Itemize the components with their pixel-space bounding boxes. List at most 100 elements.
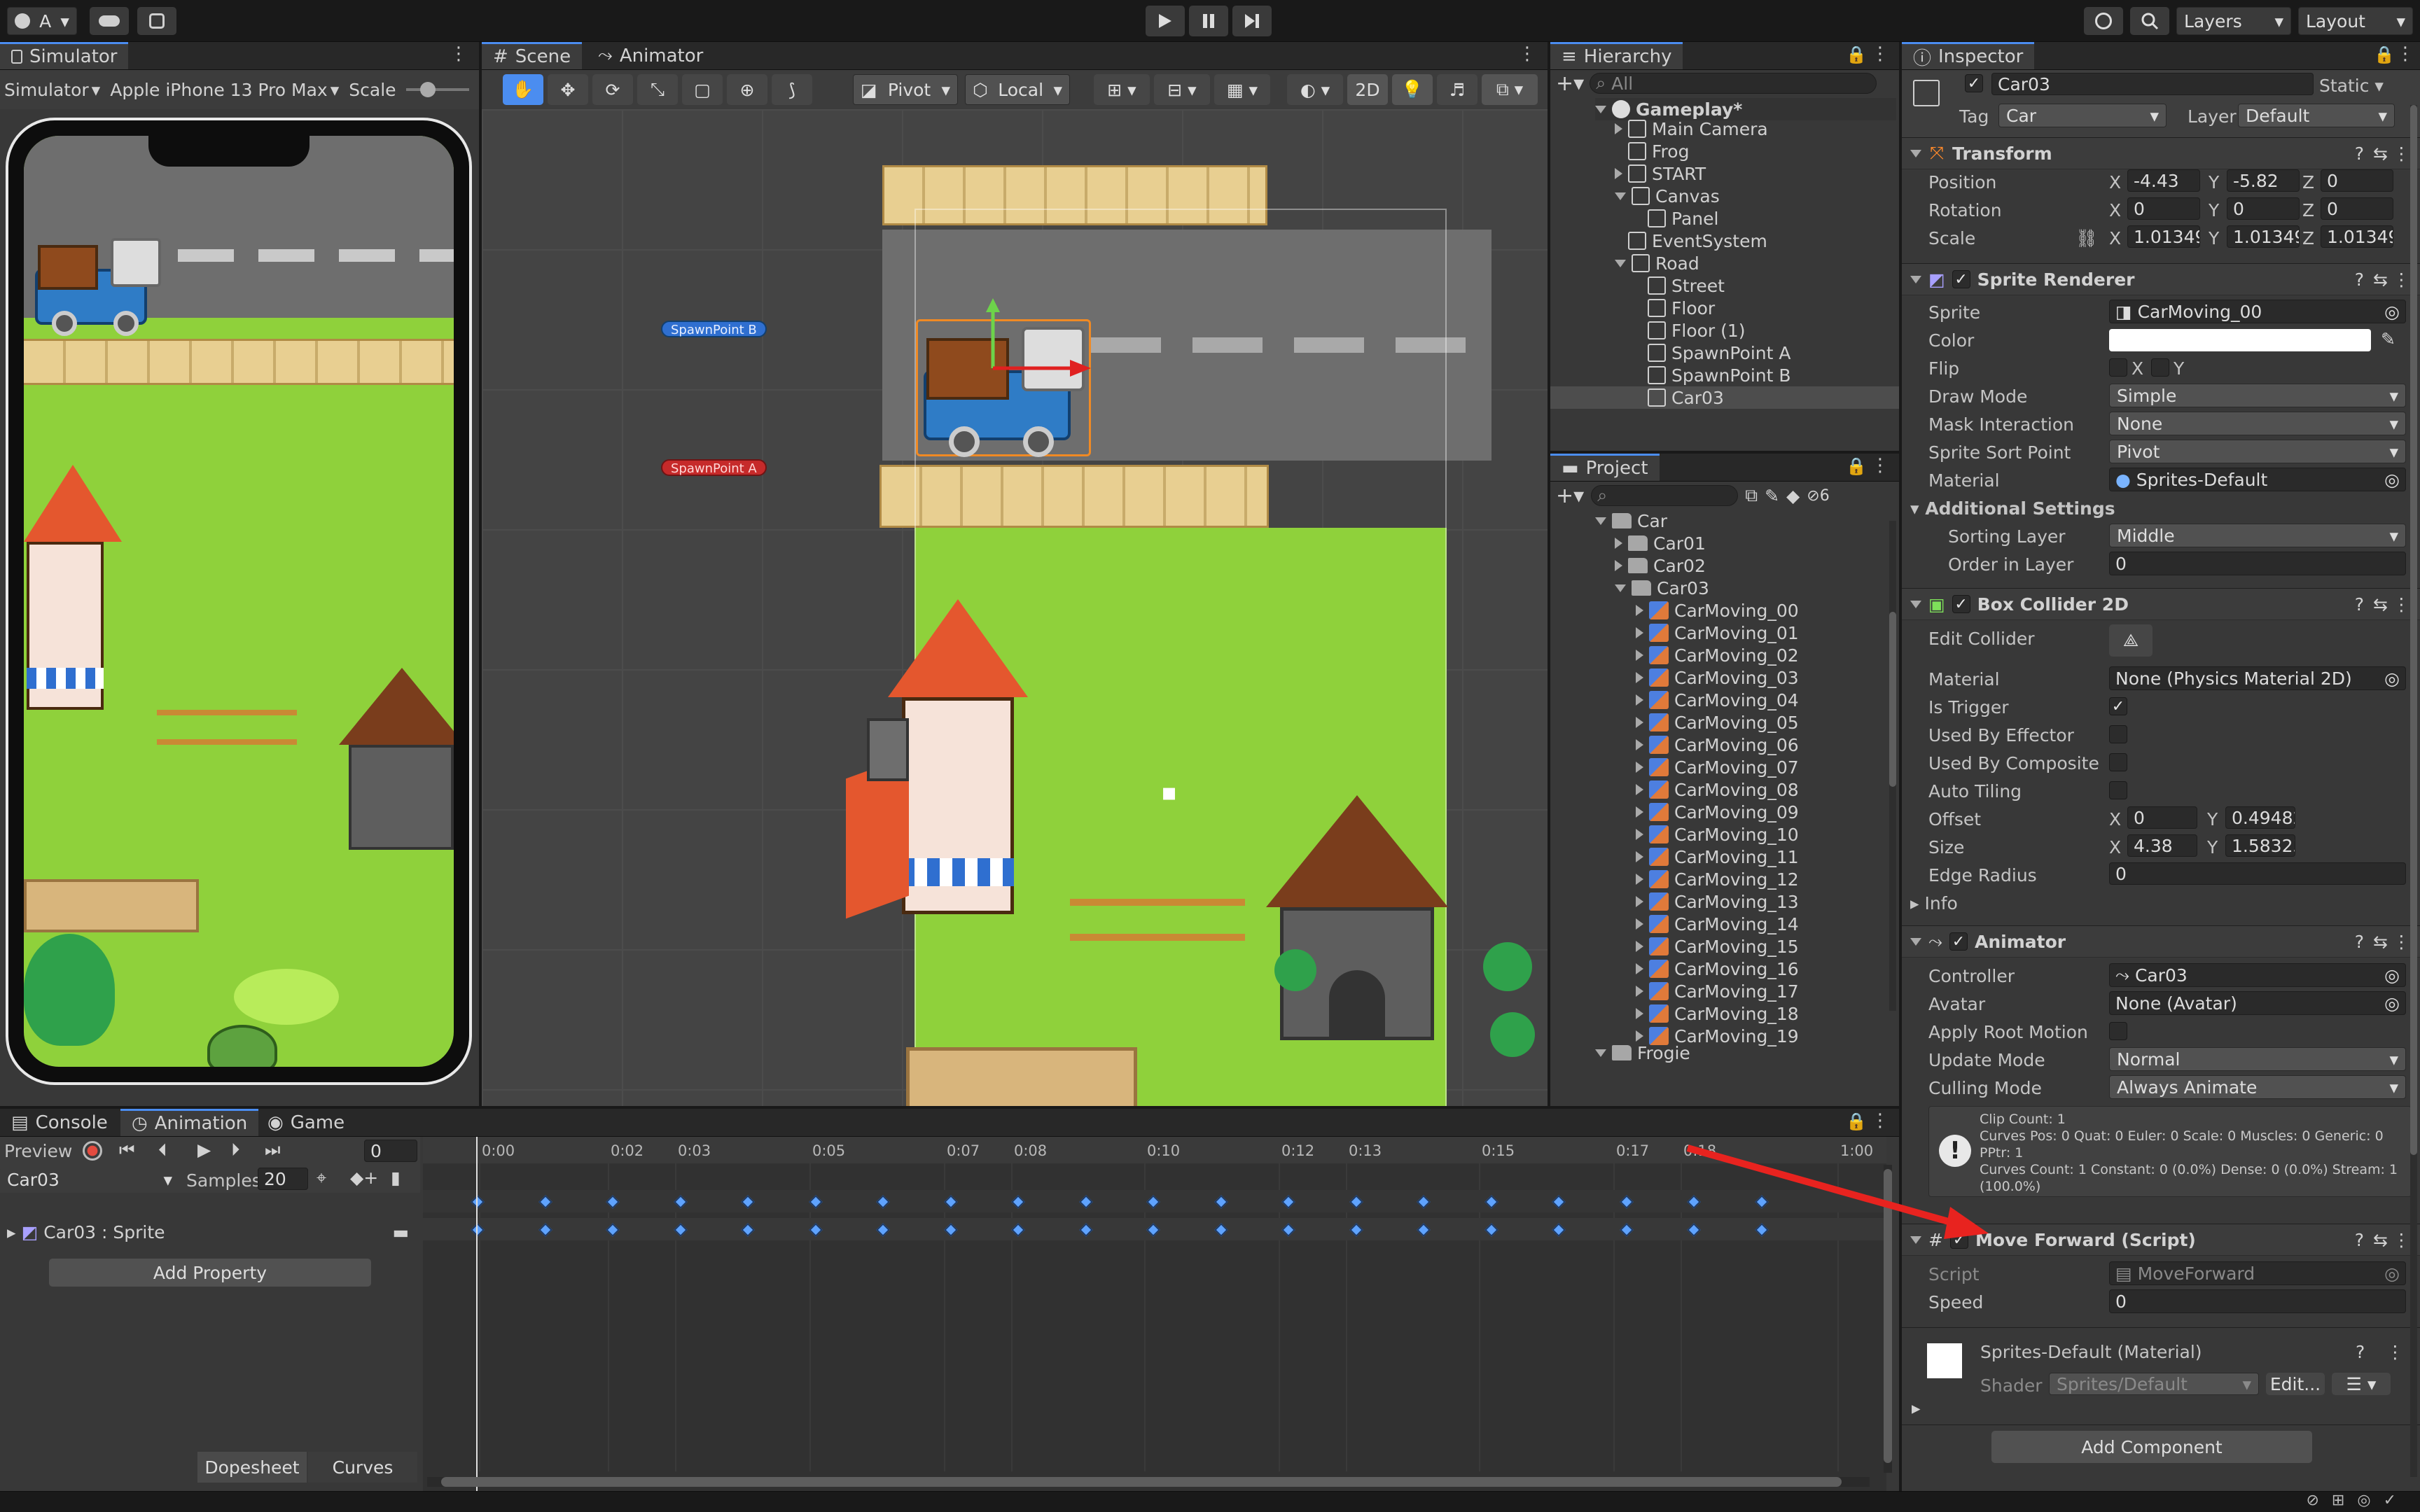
gameobject-name-field[interactable]: Car03 bbox=[1991, 73, 2314, 95]
scale-z-field[interactable]: 1.01349 bbox=[2321, 225, 2393, 248]
project-sprite-item[interactable]: CarMoving_06 bbox=[1636, 734, 1799, 756]
offset-y-field[interactable]: 0.49482 bbox=[2225, 806, 2295, 829]
move-tool-button[interactable]: ✥ bbox=[548, 74, 588, 105]
scene-viewport[interactable]: SpawnPoint B SpawnPoint A ▪ bbox=[482, 109, 1548, 1106]
last-keyframe-icon[interactable]: ⏭ bbox=[265, 1140, 281, 1161]
status-icons[interactable]: ⊘⊞◎✓ bbox=[2307, 1492, 2409, 1509]
scale-slider[interactable] bbox=[405, 82, 469, 97]
collab-button[interactable] bbox=[137, 7, 176, 35]
collapse-arrow-icon[interactable] bbox=[1636, 963, 1643, 974]
expand-arrow-icon[interactable] bbox=[1595, 517, 1606, 525]
sprite-renderer-enabled-checkbox[interactable]: ✓ bbox=[1952, 270, 1970, 288]
search-by-type-icon[interactable]: ⧉ bbox=[1745, 485, 1758, 506]
component-menu-icon[interactable]: ⋮ bbox=[2393, 144, 2410, 164]
hierarchy-item-street[interactable]: Street bbox=[1648, 274, 1725, 297]
record-button[interactable] bbox=[83, 1141, 102, 1161]
collider-material-field[interactable]: None (Physics Material 2D) ◎ bbox=[2109, 666, 2406, 690]
hierarchy-item-spawnpoint-a[interactable]: SpawnPoint A bbox=[1648, 342, 1790, 364]
add-component-button[interactable]: Add Component bbox=[1991, 1431, 2312, 1463]
box-collider-header[interactable]: ▣ ✓ Box Collider 2D? ⇆ ⋮ bbox=[1902, 588, 2420, 620]
project-sprite-item[interactable]: CarMoving_13 bbox=[1636, 890, 1799, 913]
collapse-arrow-icon[interactable] bbox=[1636, 941, 1643, 952]
lock-icon[interactable]: 🔒 bbox=[1846, 456, 1867, 476]
clip-dropdown[interactable]: Car03 ▾ bbox=[0, 1168, 179, 1191]
help-icon[interactable]: ? bbox=[2355, 144, 2364, 164]
speed-field[interactable]: 0 bbox=[2109, 1289, 2406, 1313]
scale-y-field[interactable]: 1.01349 bbox=[2227, 225, 2300, 248]
collapse-arrow-icon[interactable] bbox=[1636, 650, 1643, 661]
lock-icon[interactable]: 🔒 bbox=[1846, 1112, 1867, 1131]
hierarchy-search-input[interactable]: ⌕ All bbox=[1590, 73, 1877, 94]
collapse-arrow-icon[interactable] bbox=[1636, 739, 1643, 750]
avatar-field[interactable]: None (Avatar) ◎ bbox=[2109, 991, 2406, 1015]
collapse-arrow-icon[interactable] bbox=[1636, 717, 1643, 728]
layers-dropdown[interactable]: Layers ▾ bbox=[2176, 7, 2291, 35]
collapse-arrow-icon[interactable] bbox=[1636, 1030, 1643, 1042]
increment-snap-button[interactable]: ⊟ ▾ bbox=[1154, 74, 1210, 105]
shader-options-button[interactable]: ☰ ▾ bbox=[2332, 1373, 2391, 1395]
collapse-arrow-icon[interactable] bbox=[1615, 123, 1622, 134]
event-marker-icon[interactable]: ▮ bbox=[391, 1168, 401, 1188]
box-collider-enabled-checkbox[interactable]: ✓ bbox=[1952, 595, 1970, 613]
collapse-arrow-icon[interactable] bbox=[1636, 672, 1643, 683]
inspector-scrollbar[interactable] bbox=[2410, 105, 2417, 1477]
hierarchy-item-main-camera[interactable]: Main Camera bbox=[1615, 118, 1768, 140]
foldout-arrow-icon[interactable] bbox=[1910, 149, 1921, 158]
tab-console[interactable]: ▤ Console bbox=[0, 1109, 119, 1136]
play-button[interactable] bbox=[1146, 6, 1185, 36]
scrollbar-thumb[interactable] bbox=[2410, 105, 2417, 1155]
audio-button[interactable]: ♬ bbox=[1437, 74, 1477, 105]
search-by-label-icon[interactable]: ✎ bbox=[1765, 486, 1779, 506]
project-sprite-item[interactable]: CarMoving_05 bbox=[1636, 711, 1799, 734]
rotate-tool-button[interactable]: ⟳ bbox=[592, 74, 633, 105]
apply-root-motion-checkbox[interactable] bbox=[2109, 1022, 2127, 1040]
presets-icon[interactable]: ⇆ bbox=[2373, 932, 2388, 952]
hierarchy-item-floor[interactable]: Floor bbox=[1648, 297, 1715, 319]
tab-scene[interactable]: # Scene bbox=[482, 42, 583, 69]
rot-x-field[interactable]: 0 bbox=[2127, 197, 2200, 220]
scrollbar-thumb[interactable] bbox=[441, 1477, 1842, 1487]
project-sprite-item[interactable]: CarMoving_09 bbox=[1636, 801, 1799, 823]
auto-tiling-checkbox[interactable] bbox=[2109, 781, 2127, 799]
animator-enabled-checkbox[interactable]: ✓ bbox=[1949, 932, 1968, 951]
collapse-arrow-icon[interactable] bbox=[1615, 168, 1622, 179]
first-keyframe-icon[interactable]: ⏮ bbox=[119, 1140, 135, 1161]
expand-arrow-icon[interactable] bbox=[1615, 259, 1626, 267]
controller-field[interactable]: ⤳ Car03 ◎ bbox=[2109, 963, 2406, 987]
flip-x-checkbox[interactable] bbox=[2109, 358, 2127, 377]
samples-field[interactable]: 20 bbox=[258, 1168, 308, 1190]
scale-slider-handle[interactable] bbox=[419, 82, 436, 97]
hierarchy-item-start[interactable]: START bbox=[1615, 162, 1706, 185]
project-sprite-item[interactable]: CarMoving_16 bbox=[1636, 958, 1799, 980]
presets-icon[interactable]: ⇆ bbox=[2373, 594, 2388, 615]
object-picker-icon[interactable]: ◎ bbox=[2384, 668, 2400, 689]
pause-button[interactable] bbox=[1189, 6, 1228, 36]
spawnpoint-a-label[interactable]: SpawnPoint A bbox=[661, 459, 767, 476]
tab-inspector[interactable]: ⓘ Inspector bbox=[1902, 42, 2035, 69]
additional-settings-foldout[interactable]: ▾ Additional Settings bbox=[1910, 498, 2115, 519]
transform-tool-button[interactable]: ⊕ bbox=[727, 74, 767, 105]
collapse-arrow-icon[interactable] bbox=[1636, 806, 1643, 818]
collapse-arrow-icon[interactable] bbox=[1636, 762, 1643, 773]
project-sprite-item[interactable]: CarMoving_02 bbox=[1636, 644, 1799, 666]
component-menu-icon[interactable]: ⋮ bbox=[2393, 932, 2410, 952]
expand-arrow-icon[interactable]: ▸ bbox=[7, 1222, 16, 1242]
playhead[interactable] bbox=[476, 1137, 478, 1491]
move-gizmo[interactable] bbox=[972, 298, 1098, 382]
project-sprite-item[interactable]: CarMoving_10 bbox=[1636, 823, 1799, 846]
sprite-renderer-header[interactable]: ◩ ✓ Sprite Renderer? ⇆ ⋮ bbox=[1902, 263, 2420, 295]
update-mode-dropdown[interactable]: Normal ▾ bbox=[2109, 1047, 2406, 1071]
collapse-arrow-icon[interactable] bbox=[1615, 560, 1622, 571]
constrain-proportions-icon[interactable]: ⛓ bbox=[2075, 228, 2098, 249]
collapse-arrow-icon[interactable] bbox=[1636, 784, 1643, 795]
project-sprite-item[interactable]: CarMoving_08 bbox=[1636, 778, 1799, 801]
collapse-arrow-icon[interactable] bbox=[1636, 605, 1643, 616]
next-keyframe-icon[interactable]: ⏵ bbox=[231, 1140, 240, 1161]
collapse-arrow-icon[interactable] bbox=[1636, 918, 1643, 930]
more-menu-icon[interactable]: ⋮ bbox=[450, 43, 468, 64]
search-button[interactable] bbox=[2130, 7, 2169, 35]
timeline-hscroll[interactable] bbox=[427, 1477, 1870, 1487]
hierarchy-item-frog[interactable]: Frog bbox=[1628, 140, 1689, 162]
project-scrollbar[interactable] bbox=[1889, 521, 1896, 1011]
rot-z-field[interactable]: 0 bbox=[2321, 197, 2393, 220]
